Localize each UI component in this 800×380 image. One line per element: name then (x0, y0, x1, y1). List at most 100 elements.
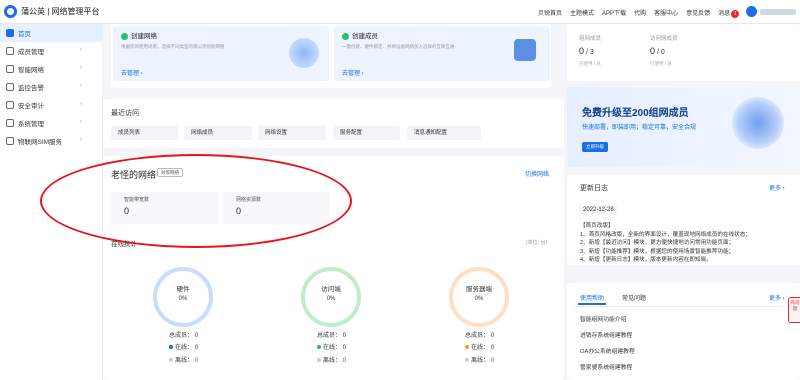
tab-usage-help[interactable]: 使用帮助 (580, 293, 604, 302)
help-divider (573, 306, 783, 307)
recent-item-notification-config[interactable]: 消息通知配置 (407, 126, 481, 140)
nav-feedback[interactable]: 意见反馈 (686, 8, 710, 18)
avatar[interactable] (746, 6, 757, 17)
recent-item-network-settings[interactable]: 网络设置 (258, 126, 326, 140)
help-item[interactable]: 管家婆系统组建教程 (580, 360, 635, 376)
top-bar: 蒲公英 | 网络管理平台 贝锐首页 主题模式 APP下载 代购 客服中心 意见反… (0, 0, 800, 24)
online-label: 在线： (175, 345, 194, 351)
changelog-line: 4、新增【更新日志】模块，版本更新内容在即知晓。 (580, 257, 712, 263)
members-stat: 0 / 3 (579, 46, 594, 56)
changelog-line: 2、新增【最近访问】模块，更方便快捷地访问常用功能页面； (580, 240, 735, 246)
total-members-label: 总成员： (169, 333, 194, 339)
create-member-title-text: 创建成员 (352, 33, 378, 40)
online-row: 在线： 0 (317, 342, 346, 351)
sidebar-item-label: 监控告警 (18, 85, 44, 92)
ring-percent: 0% (474, 296, 484, 302)
recent-visits-title: 最近访问 (111, 110, 139, 117)
menu-icon (6, 29, 14, 37)
top-nav: 贝锐首页 主题模式 APP下载 代购 客服中心 意见反馈 消息 1 (538, 8, 740, 18)
create-network-desc: 根据您的使用场景，选择不同类型的蒲公英智能网络 (121, 44, 225, 49)
total-members-label: 总成员： (465, 333, 490, 339)
sidebar-item[interactable]: 首页 (0, 24, 102, 42)
promo-title: 免费升级至200组网成员 (582, 108, 689, 119)
total-members-row: 总成员： 0 (465, 330, 494, 339)
offline-label: 离线： (323, 358, 342, 364)
ring-label: 访问端 (321, 286, 341, 293)
offline-value: 0 (490, 358, 495, 364)
sidebar-item[interactable]: 系统管理 › (0, 114, 102, 132)
menu-icon (6, 83, 14, 91)
menu-icon (6, 137, 14, 145)
sidebar-item[interactable]: 安全审计 › (0, 96, 102, 114)
brand[interactable]: 蒲公英 | 网络管理平台 (4, 5, 100, 18)
create-member-title: 创建成员 (342, 30, 378, 40)
sidebar-item-label: 智能网络 (18, 67, 44, 74)
sidebar-item-label: 首页 (18, 31, 31, 38)
upgrade-button[interactable]: 立即升级 (582, 142, 608, 152)
create-network-box[interactable]: 创建网络 根据您的使用场景，选择不同类型的蒲公英智能网络 去管理 › (113, 26, 329, 81)
switch-network-link[interactable]: 切换网络 (525, 169, 549, 178)
user-name-blurred[interactable] (760, 9, 796, 15)
changelog-more-link[interactable]: 更多 › (769, 183, 785, 192)
recent-item-service-config[interactable]: 服务配置 (333, 126, 400, 140)
online-dot-icon (169, 345, 173, 350)
ring-percent: 0% (326, 296, 336, 302)
sidebar-item[interactable]: 物联网SIM服务 › (0, 132, 102, 150)
member-add-icon (514, 39, 536, 61)
online-dot-icon (465, 345, 469, 350)
visitors-used-label: 已使用 / 总 (650, 61, 672, 66)
recent-item-member-list[interactable]: 成员列表 (111, 126, 178, 140)
chevron-right-icon: › (80, 137, 82, 143)
members-stat-label: 组网成员 (579, 36, 602, 42)
changelog-line: 3、新增【功能推荐】模块，根据您的使用场景智能推荐功能； (580, 248, 735, 255)
nav-messages[interactable]: 消息 1 (718, 8, 740, 18)
nav-theme[interactable]: 主题模式 (570, 8, 594, 18)
floating-help-badge[interactable]: 有问题 (788, 297, 800, 323)
members-stat-total: / 3 (585, 49, 594, 56)
create-network-title-text: 创建网络 (131, 33, 157, 40)
ring-label: 服务器端 (466, 286, 492, 293)
sidebar-item[interactable]: 智能网络 › (0, 60, 102, 78)
sidebar-item-label: 成员管理 (18, 49, 44, 56)
nav-app-download[interactable]: APP下载 (602, 8, 626, 18)
cloud-security-icon (732, 97, 784, 149)
nav-purchase[interactable]: 代购 (634, 8, 646, 18)
sidebar-item[interactable]: 成员管理 › (0, 42, 102, 60)
chevron-right-icon: › (80, 65, 82, 71)
recent-item-network-members[interactable]: 网络成员 (184, 126, 252, 140)
create-member-desc: 一键创建、硬件绑定、并将设备网络加入选择的互联互通 (342, 44, 455, 49)
offline-value: 0 (342, 358, 347, 364)
help-item[interactable]: 进销存系统组建教程 (580, 328, 635, 344)
help-item[interactable]: 智能组网功能介绍 (580, 312, 635, 328)
member-stats-card: 组网成员 0 / 3 已使用 / 总 访问网成员 0 / 0 已使用 / 总 (567, 24, 800, 81)
offline-label: 离线： (471, 358, 490, 364)
offline-dot-icon (317, 358, 321, 363)
sidebar-item[interactable]: 监控告警 › (0, 78, 102, 96)
total-members-value: 0 (490, 333, 495, 339)
create-member-box[interactable]: 创建成员 一键创建、硬件绑定、并将设备网络加入选择的互联互通 去管理 › (334, 26, 550, 81)
nav-home[interactable]: 贝锐首页 (538, 8, 562, 18)
visitors-stat-total: / 0 (656, 49, 665, 56)
sidebar-item-label: 系统管理 (18, 121, 44, 128)
unit-label: (单位: 台) (526, 240, 548, 246)
chevron-right-icon: › (80, 101, 82, 107)
online-value: 0 (342, 345, 347, 351)
tab-faq[interactable]: 常见问题 (622, 293, 646, 302)
create-member-link[interactable]: 去管理 › (342, 68, 364, 77)
nav-service[interactable]: 客服中心 (654, 8, 678, 18)
total-members-row: 总成员： 0 (169, 330, 198, 339)
menu-icon (6, 101, 14, 109)
changelog-line: 【首页改版】 (580, 223, 614, 229)
total-members-row: 总成员： 0 (317, 330, 346, 339)
changelog-date: 2022-12-28 (580, 206, 617, 214)
upgrade-banner[interactable]: 免费升级至200组网成员 快速部署，即装即用；稳定可靠，安全合规 立即升级 (567, 87, 800, 167)
offline-dot-icon (465, 358, 469, 363)
help-item[interactable]: OA办公系统组建教程 (580, 344, 635, 360)
sidebar-item-label: 物联网SIM服务 (18, 139, 63, 146)
create-network-link[interactable]: 去管理 › (121, 68, 143, 77)
offline-row: 离线： 0 (169, 355, 198, 364)
members-stat-value: 0 (579, 46, 585, 56)
help-more-link[interactable]: 更多 › (769, 293, 785, 302)
members-used-label: 已使用 / 总 (579, 61, 601, 66)
nav-messages-label: 消息 (718, 11, 731, 17)
